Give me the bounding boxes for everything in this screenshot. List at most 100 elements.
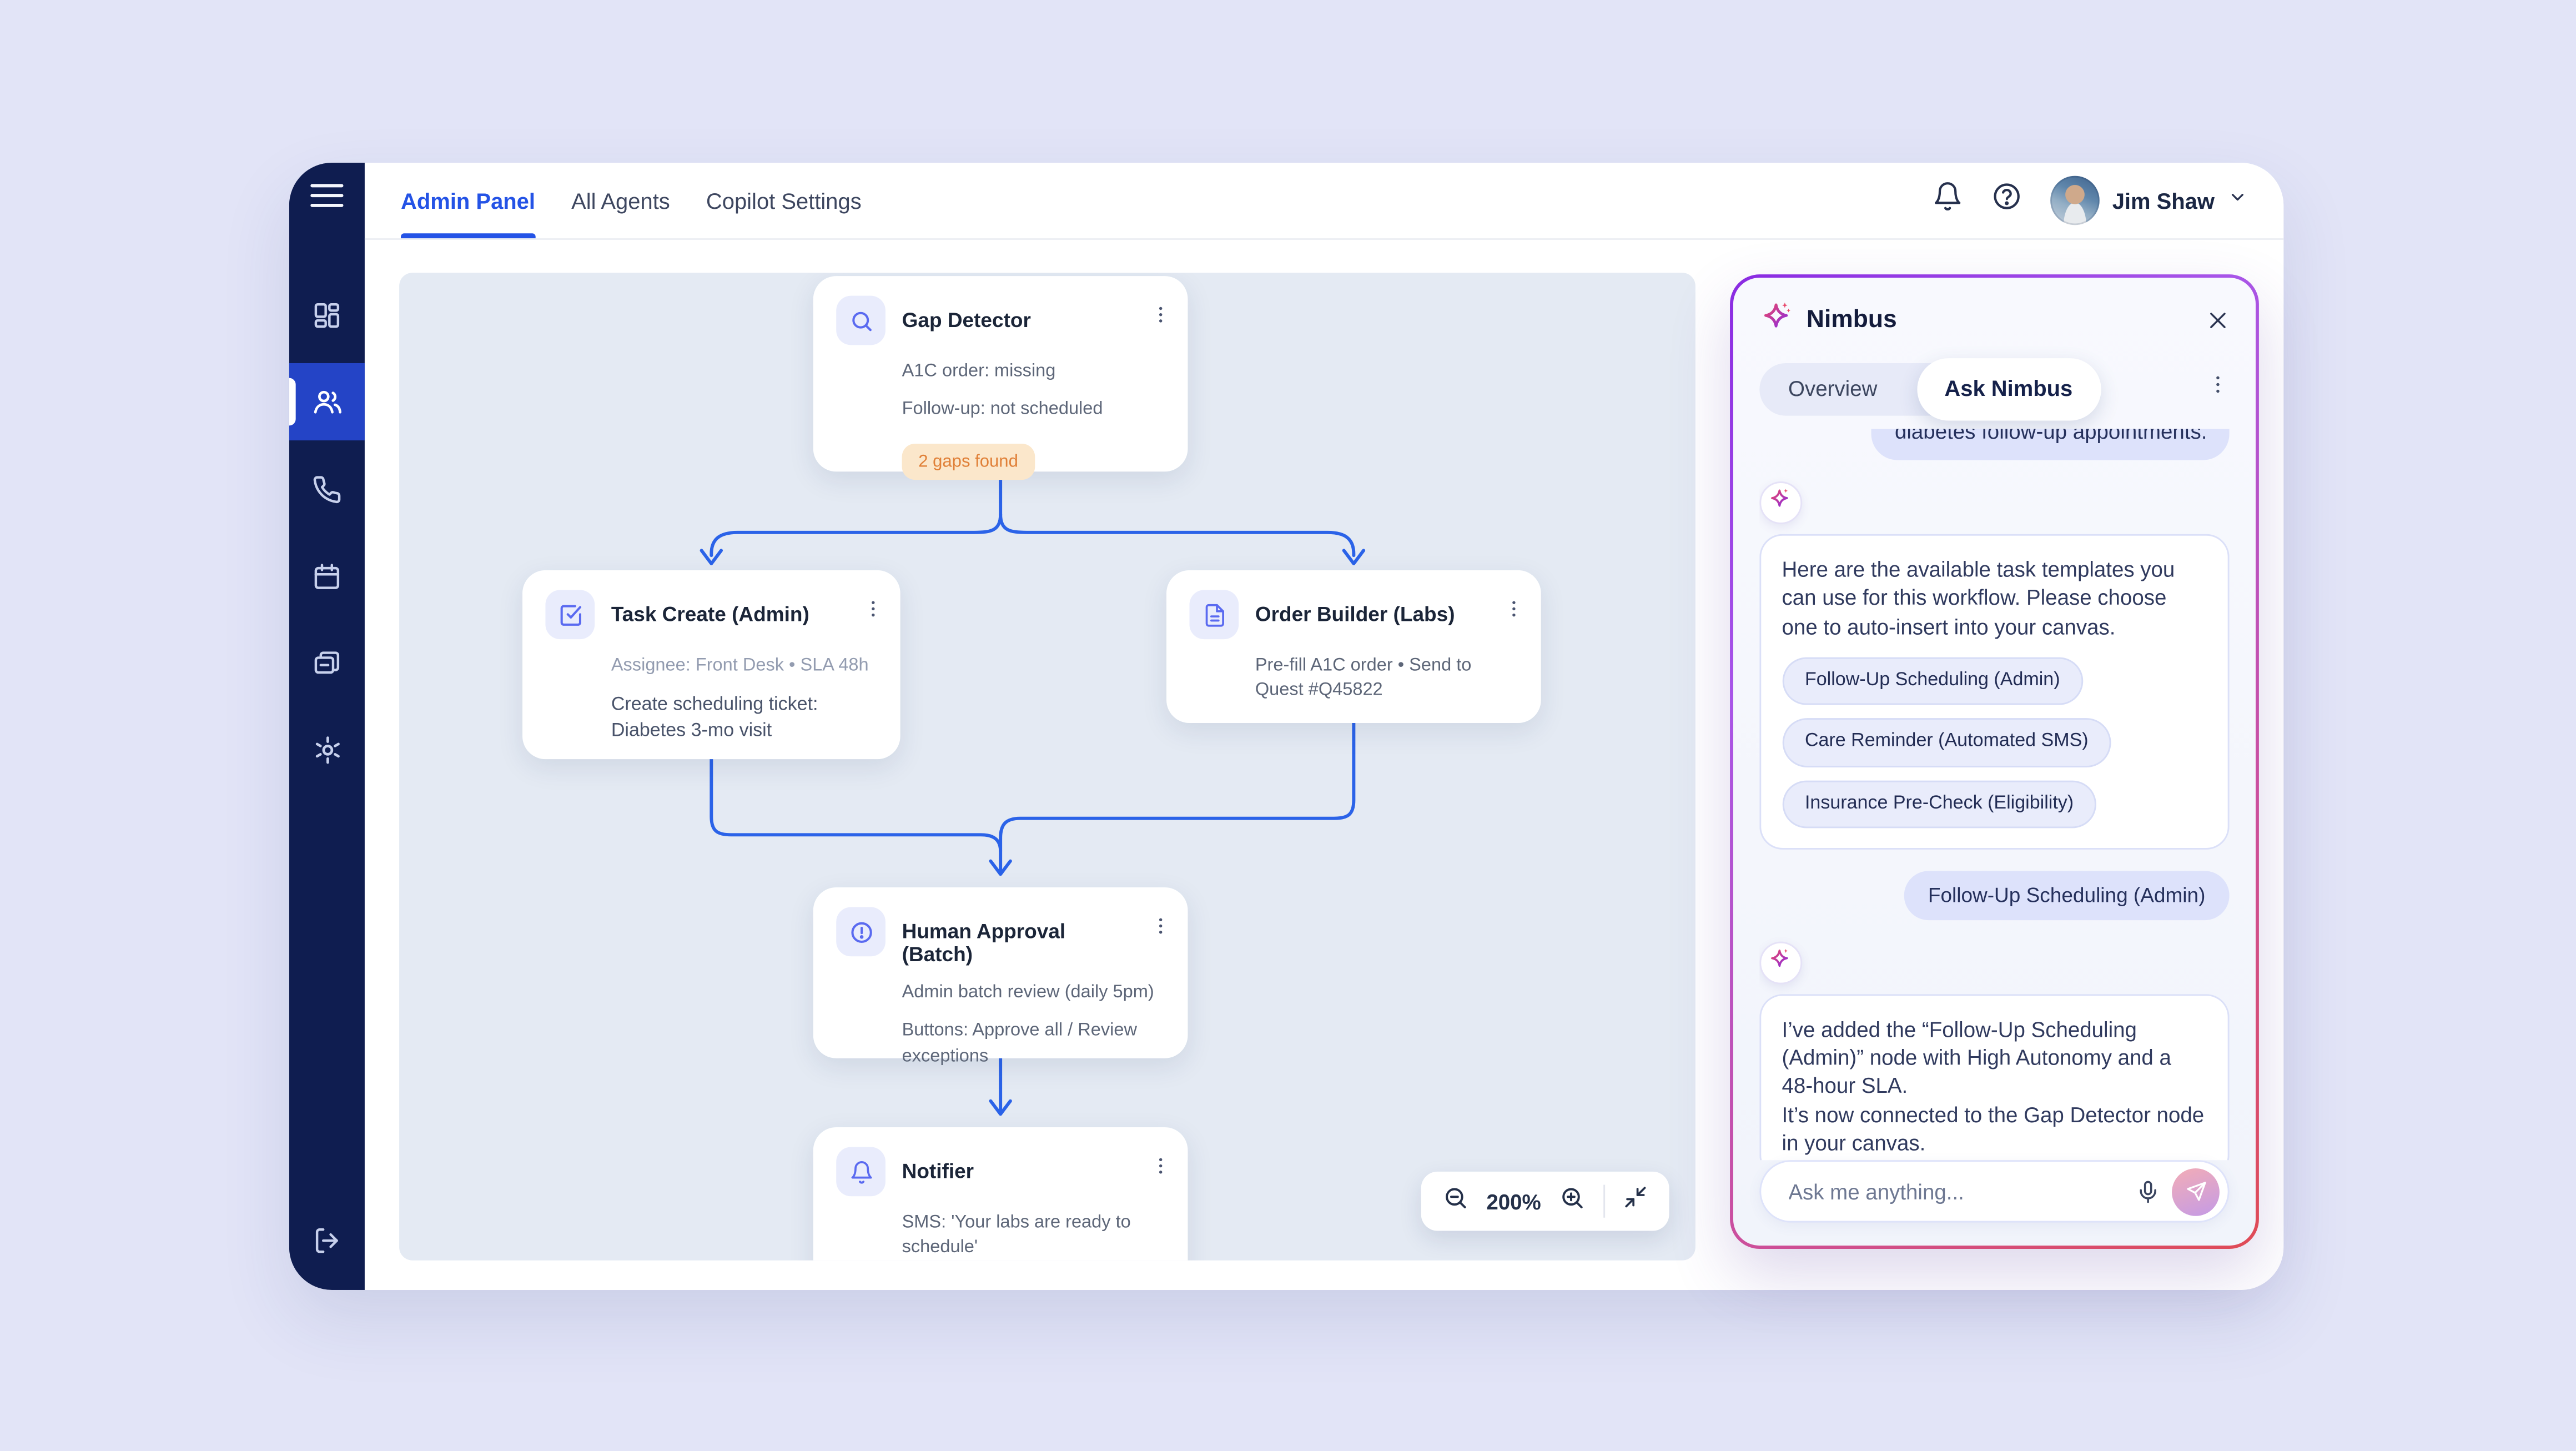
chat-message-assistant-confirm: I’ve added the “Follow-Up Scheduling (Ad…	[1759, 994, 2230, 1161]
zoom-in-button[interactable]	[1559, 1184, 1585, 1218]
search-icon	[836, 296, 886, 345]
node-gap-detector[interactable]: Gap Detector A1C order: missing Follow-u…	[813, 276, 1188, 471]
sidebar-item-calendar[interactable]	[289, 538, 365, 615]
help-button[interactable]	[1991, 181, 2022, 220]
node-menu-button[interactable]	[1150, 296, 1171, 334]
logout-icon	[312, 1226, 341, 1264]
chat-input-bar	[1759, 1161, 2230, 1223]
nimbus-title: Nimbus	[1807, 306, 1897, 334]
nimbus-header: Nimbus	[1759, 298, 2230, 341]
topbar-actions: Jim Shaw	[1931, 176, 2247, 225]
hamburger-menu-icon[interactable]	[310, 184, 343, 207]
top-navigation: Admin Panel All Agents Copilot Settings	[365, 163, 2283, 240]
bell-icon	[1931, 181, 1963, 220]
node-detail: A1C order: missing	[902, 360, 1171, 385]
chevron-down-icon	[2228, 185, 2248, 215]
node-detail: Admin batch review (daily 5pm)	[902, 981, 1171, 1007]
node-detail: Follow-up: not scheduled	[902, 398, 1171, 424]
node-human-approval[interactable]: Human Approval (Batch) Admin batch revie…	[813, 887, 1188, 1058]
assistant-avatar	[1759, 941, 1802, 984]
divider	[1603, 1185, 1605, 1218]
check-square-icon	[545, 590, 595, 639]
node-menu-button[interactable]	[1150, 907, 1171, 945]
zoom-out-icon	[1442, 1184, 1468, 1218]
collapse-icon	[1623, 1185, 1648, 1218]
zoom-in-icon	[1559, 1184, 1585, 1218]
node-menu-button[interactable]	[863, 590, 884, 627]
chip-follow-up-scheduling[interactable]: Follow-Up Scheduling (Admin)	[1782, 657, 2083, 706]
dashboard-grid-icon	[312, 300, 341, 329]
node-task-create[interactable]: Task Create (Admin) Assignee: Front Desk…	[522, 570, 900, 759]
help-circle-icon	[1991, 181, 2022, 220]
node-subtitle: Assignee: Front Desk • SLA 48h	[611, 654, 884, 680]
node-title: Order Builder (Labs)	[1255, 590, 1455, 626]
assistant-avatar	[1759, 481, 1802, 524]
node-title: Notifier	[902, 1147, 974, 1183]
notifications-button[interactable]	[1931, 181, 1963, 220]
zoom-level: 200%	[1486, 1189, 1541, 1213]
tab-all-agents[interactable]: All Agents	[571, 163, 670, 238]
node-detail: Create scheduling ticket: Diabetes 3-mo …	[611, 692, 884, 745]
tab-admin-panel[interactable]: Admin Panel	[401, 163, 535, 238]
send-button[interactable]	[2172, 1168, 2220, 1216]
sidebar-nav	[289, 276, 365, 799]
sidebar-item-documents[interactable]	[289, 624, 365, 701]
bell-icon	[836, 1147, 886, 1197]
sparkle-icon	[1768, 486, 1792, 519]
tab-ask-nimbus[interactable]: Ask Nimbus	[1916, 358, 2101, 420]
microphone-icon	[2136, 1179, 2161, 1204]
node-notifier[interactable]: Notifier SMS: 'Your labs are ready to sc…	[813, 1127, 1188, 1261]
node-menu-button[interactable]	[1150, 1147, 1171, 1185]
user-menu[interactable]: Jim Shaw	[2050, 176, 2247, 225]
chat-message-assistant-templates: Here are the available task templates yo…	[1759, 534, 2230, 849]
node-menu-button[interactable]	[1503, 590, 1525, 627]
users-icon	[311, 386, 343, 417]
nimbus-tabs-row: Overview Ask Nimbus	[1759, 363, 2230, 415]
avatar	[2050, 176, 2099, 225]
app-root: Admin Panel All Agents Copilot Settings	[0, 0, 2576, 1451]
chat-scroll-area[interactable]: diabetes follow-up appointments. Here ar…	[1759, 428, 2230, 1161]
nimbus-sparkle-icon	[1759, 298, 1793, 341]
file-text-icon	[1189, 590, 1239, 639]
node-order-builder[interactable]: Order Builder (Labs) Pre-fill A1C order …	[1166, 570, 1541, 723]
sidebar-item-users[interactable]	[289, 363, 365, 440]
chip-care-reminder[interactable]: Care Reminder (Automated SMS)	[1782, 719, 2112, 767]
alert-circle-icon	[836, 907, 886, 956]
chip-insurance-pre-check[interactable]: Insurance Pre-Check (Eligibility)	[1782, 780, 2097, 828]
sidebar	[289, 163, 365, 1290]
nimbus-menu-button[interactable]	[2207, 373, 2230, 404]
node-detail: SMS: 'Your labs are ready to schedule'	[902, 1211, 1171, 1261]
tab-copilot-settings[interactable]: Copilot Settings	[706, 163, 862, 238]
node-title: Task Create (Admin)	[611, 590, 809, 626]
documents-icon	[312, 648, 341, 677]
microphone-button[interactable]	[2136, 1179, 2161, 1204]
top-tabs: Admin Panel All Agents Copilot Settings	[401, 163, 862, 238]
sidebar-item-calls[interactable]	[289, 450, 365, 528]
nimbus-panel: Nimbus Overview Ask Nimbus diabetes foll…	[1730, 274, 2259, 1249]
settings-gear-icon	[311, 735, 343, 766]
canvas-zoom-toolbar: 200%	[1421, 1172, 1669, 1231]
sidebar-item-dashboard[interactable]	[289, 276, 365, 353]
user-name: Jim Shaw	[2112, 188, 2215, 213]
status-badge: 2 gaps found	[902, 443, 1035, 480]
chat-message-user-choice: Follow-Up Scheduling (Admin)	[1903, 871, 2230, 920]
sparkle-icon	[1768, 946, 1792, 979]
close-button[interactable]	[2207, 308, 2230, 331]
assistant-text: It’s now connected to the Gap Detector n…	[1782, 1101, 2207, 1157]
calendar-icon	[312, 561, 341, 591]
close-icon	[2207, 308, 2230, 331]
chat-message-user-partial: diabetes follow-up appointments.	[1872, 428, 2230, 460]
node-detail: Pre-fill A1C order • Send to Quest #Q458…	[1255, 654, 1525, 705]
collapse-canvas-button[interactable]	[1623, 1185, 1648, 1218]
chat-input[interactable]	[1785, 1178, 2136, 1206]
node-detail: Buttons: Approve all / Review exceptions	[902, 1020, 1171, 1070]
workflow-canvas[interactable]: Gap Detector A1C order: missing Follow-u…	[399, 273, 1695, 1260]
sidebar-item-settings[interactable]	[289, 711, 365, 789]
tab-overview[interactable]: Overview	[1759, 376, 1906, 401]
template-chips: Follow-Up Scheduling (Admin) Care Remind…	[1782, 657, 2207, 828]
send-icon	[2185, 1181, 2207, 1203]
phone-icon	[312, 474, 341, 504]
logout-button[interactable]	[312, 1226, 341, 1264]
nimbus-tab-switcher: Overview Ask Nimbus	[1759, 363, 2097, 415]
zoom-out-button[interactable]	[1442, 1184, 1468, 1218]
